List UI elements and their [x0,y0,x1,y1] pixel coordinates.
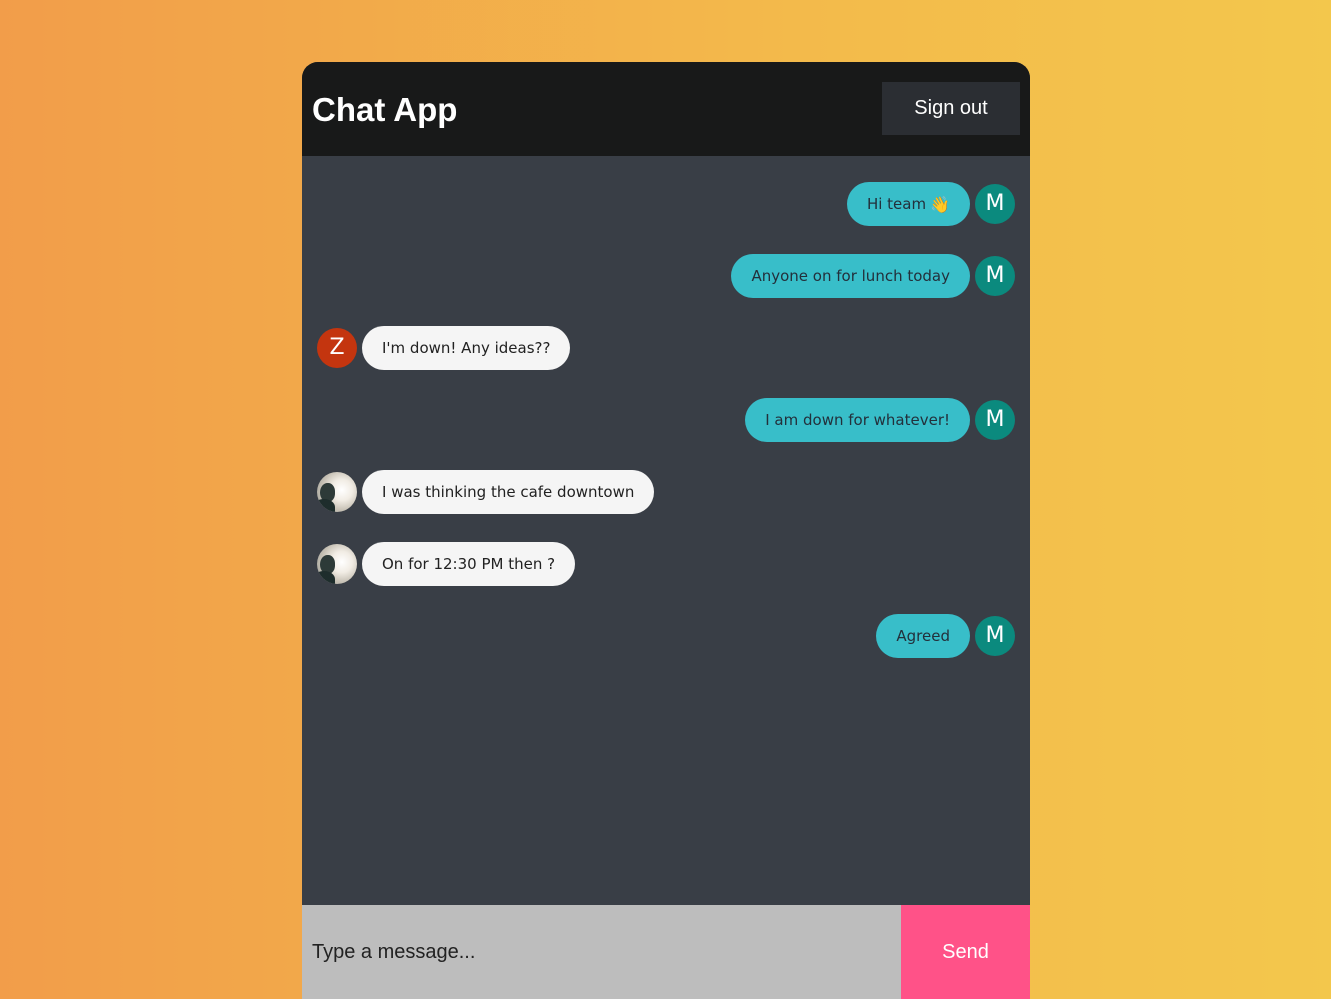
message-list[interactable]: Hi team 👋 M Anyone on for lunch today M Z… [302,156,1030,905]
sign-out-button[interactable]: Sign out [882,82,1020,135]
avatar: M [975,400,1015,440]
message-row: I am down for whatever! M [302,398,1030,442]
message-row: I was thinking the cafe downtown [302,470,1030,514]
message-bubble: I was thinking the cafe downtown [362,470,655,514]
avatar: M [975,184,1015,224]
message-input[interactable] [302,905,901,999]
waving-hand-icon: 👋 [930,194,950,214]
message-row: On for 12:30 PM then ? [302,542,1030,586]
photo-shoulder-shape [317,571,335,584]
message-bubble: I'm down! Any ideas?? [362,326,571,370]
message-bubble: Anyone on for lunch today [731,254,970,298]
message-row: Anyone on for lunch today M [302,254,1030,298]
message-bubble: On for 12:30 PM then ? [362,542,576,586]
app-header: Chat App Sign out [302,62,1030,156]
message-bubble: Hi team 👋 [846,182,970,226]
chat-app-window: Chat App Sign out Hi team 👋 M Anyone on f… [302,62,1030,999]
message-row: Agreed M [302,614,1030,658]
photo-shoulder-shape [317,499,335,512]
user-photo-icon [317,472,357,512]
message-bubble: Agreed [876,614,970,658]
message-bubble: I am down for whatever! [745,398,970,442]
app-title: Chat App [312,91,458,128]
message-row: Z I'm down! Any ideas?? [302,326,1030,370]
avatar: Z [317,328,357,368]
message-row: Hi team 👋 M [302,182,1030,226]
message-text: Hi team [866,195,927,213]
avatar: M [975,616,1015,656]
avatar: M [975,256,1015,296]
message-composer: Send [302,905,1030,999]
user-photo-icon [317,544,357,584]
send-button[interactable]: Send [901,905,1030,999]
